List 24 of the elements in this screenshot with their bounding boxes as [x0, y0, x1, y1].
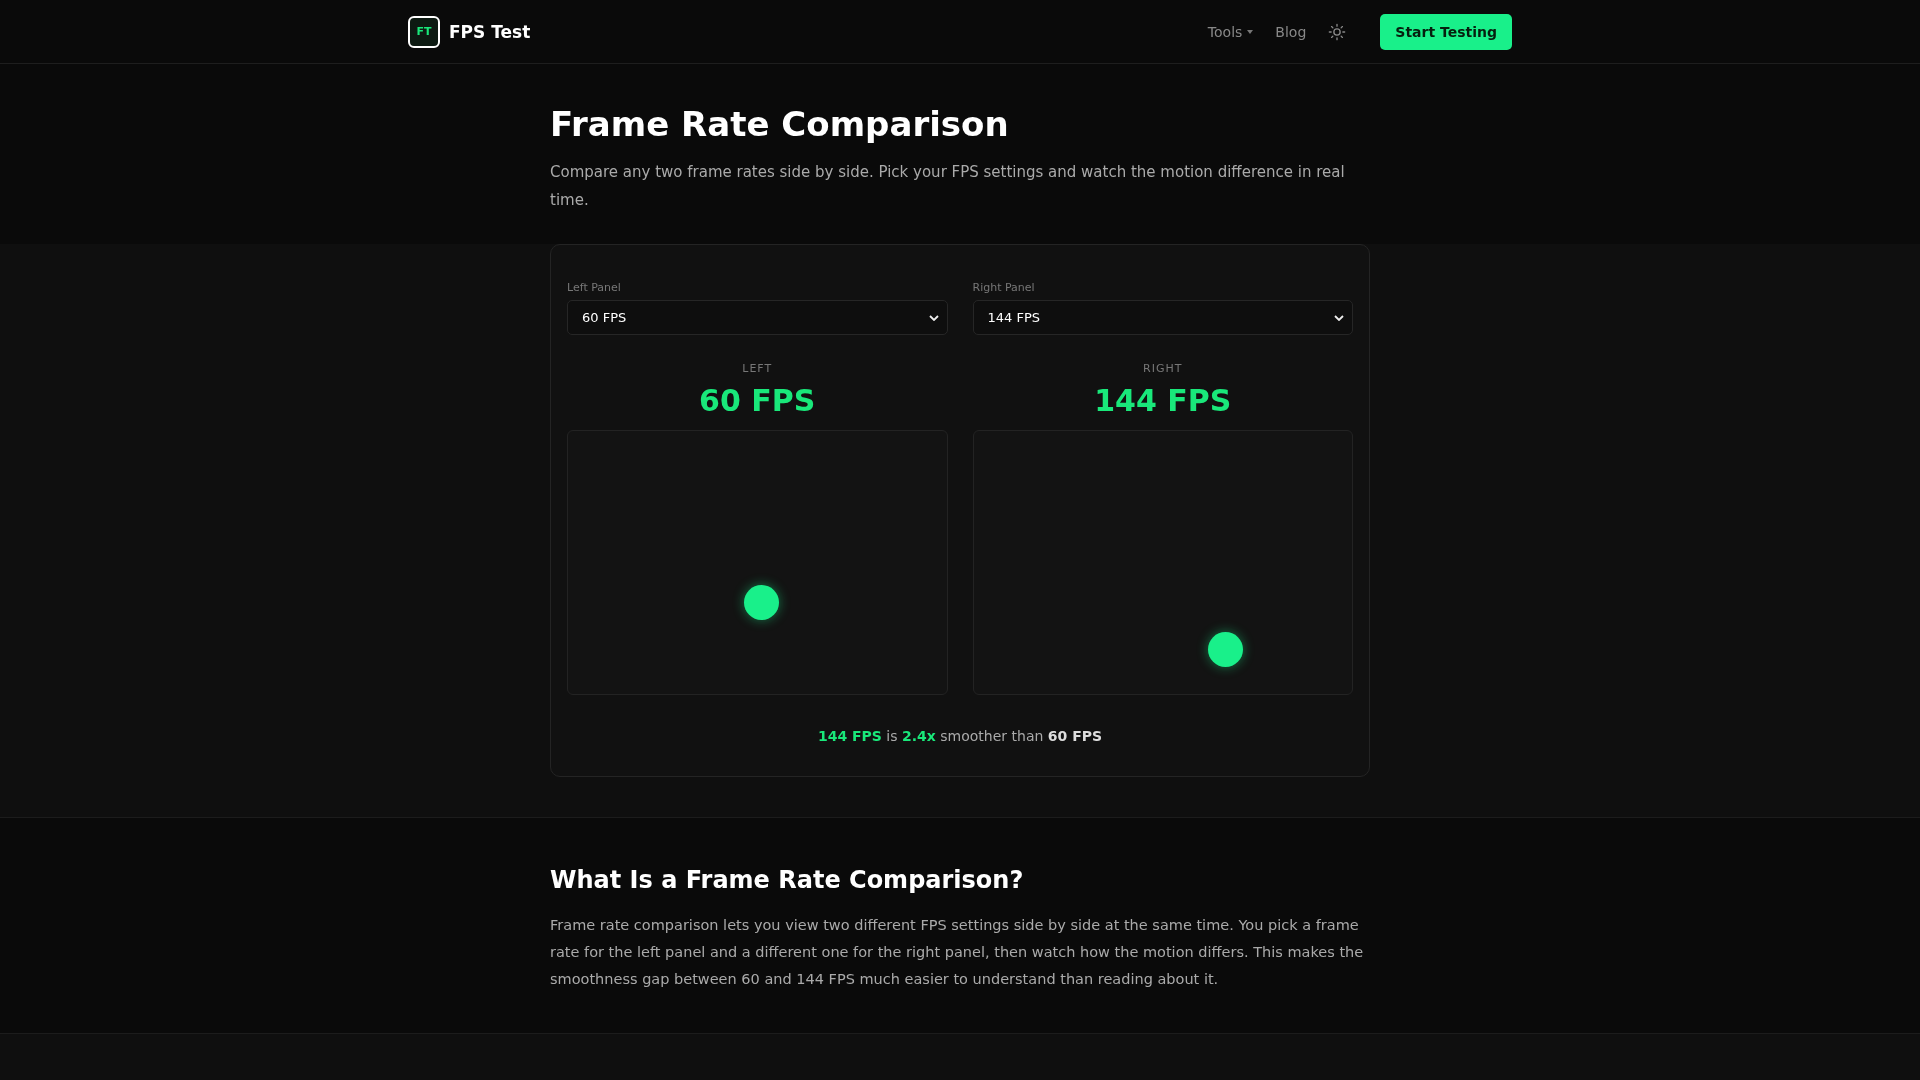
page-description: Compare any two frame rates side by side. Pick your FPS settings and watch the motion difference in real time.: [550, 162, 1346, 211]
select-label: Left Panel: [567, 281, 622, 294]
nav-link[interactable]: Blog: [1275, 23, 1307, 40]
select-label: Right Panel: [972, 281, 1036, 294]
logo-icon[interactable]: FT: [408, 15, 440, 48]
panel-caption: RIGHT: [1143, 362, 1183, 375]
theme-toggle-icon[interactable]: [1328, 22, 1347, 41]
fps-value: 144 FPS: [1094, 383, 1232, 418]
ball-icon: [1207, 632, 1243, 667]
fps-value: 60 FPS: [699, 383, 816, 418]
section-paragraph: Frame rate comparison lets you view two different FPS settings side by side at the same time. You pick a frame rate for the left panel and a different one for the right panel, then watch how the motion differs. This makes the smoothness gap between 60 and 144 FPS much easier to understand than reading about it.: [550, 916, 1365, 989]
page-title: Frame Rate Comparison: [550, 104, 1010, 144]
fps-select[interactable]: 144 FPS: [972, 300, 1353, 335]
chevron-down-icon: [1334, 314, 1344, 321]
panel-caption: LEFT: [742, 362, 773, 375]
start-testing-button[interactable]: Start Testing: [1380, 13, 1512, 50]
nav-dropdown[interactable]: Tools: [1207, 23, 1254, 40]
section-heading: What Is a Frame Rate Comparison?: [550, 866, 1025, 894]
fps-select[interactable]: 60 FPS: [567, 300, 948, 335]
ball-icon: [744, 585, 779, 620]
caret-icon: [1247, 29, 1254, 34]
comparison-summary: 144 FPS is 2.4x smoother than 60 FPS: [816, 728, 1104, 744]
brand-name[interactable]: FPS Test: [449, 21, 531, 42]
chevron-down-icon: [928, 314, 939, 321]
